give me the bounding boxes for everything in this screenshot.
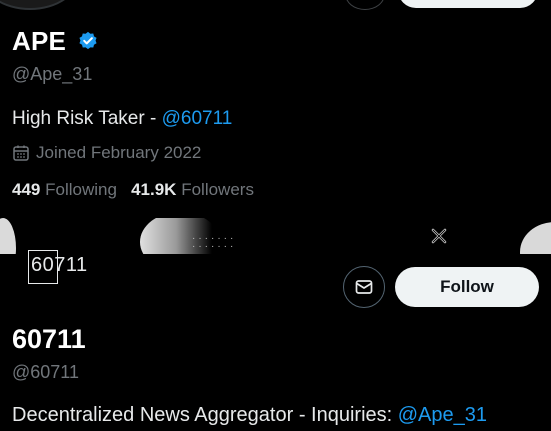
logo-text: 60711 (31, 254, 88, 276)
joined-text: Joined February 2022 (36, 143, 202, 162)
verified-badge-icon (79, 31, 97, 50)
following-label: Following (45, 180, 117, 199)
profile-handle: @Ape_31 (12, 64, 93, 84)
profile-bio: High Risk Taker - @60711 (12, 108, 232, 130)
profile-handle: @60711 (12, 362, 79, 382)
bio-text: Decentralized News Aggregator - Inquirie… (12, 404, 398, 426)
banner-dots: ······· ······· (192, 233, 237, 252)
more-button[interactable] (345, 0, 385, 10)
following-count: 449 (12, 180, 41, 199)
bio-text: High Risk Taker - (12, 108, 162, 129)
followers-link[interactable]: 41.9K Followers (131, 180, 254, 199)
message-button[interactable] (343, 266, 385, 308)
joined-date: Joined February 2022 (12, 143, 201, 163)
x-mark-icon (431, 228, 447, 244)
followers-count: 41.9K (131, 180, 177, 199)
following-link[interactable]: 449 Following (12, 180, 117, 199)
mail-icon (355, 280, 373, 294)
avatar[interactable] (0, 0, 80, 10)
banner-shape (520, 222, 551, 254)
follow-button[interactable] (398, 0, 538, 8)
bio-mention-link[interactable]: @Ape_31 (398, 404, 487, 426)
follow-stats: 449 Following 41.9K Followers (12, 180, 254, 200)
profile-name: APE (12, 26, 67, 56)
profile-bio: Decentralized News Aggregator - Inquirie… (12, 404, 487, 427)
follow-button[interactable]: Follow (395, 267, 539, 307)
followers-label: Followers (181, 180, 254, 199)
calendar-icon (13, 145, 29, 161)
bio-mention-link[interactable]: @60711 (162, 108, 233, 129)
banner-shape (0, 218, 16, 254)
profile-name: 60711 (12, 324, 86, 354)
